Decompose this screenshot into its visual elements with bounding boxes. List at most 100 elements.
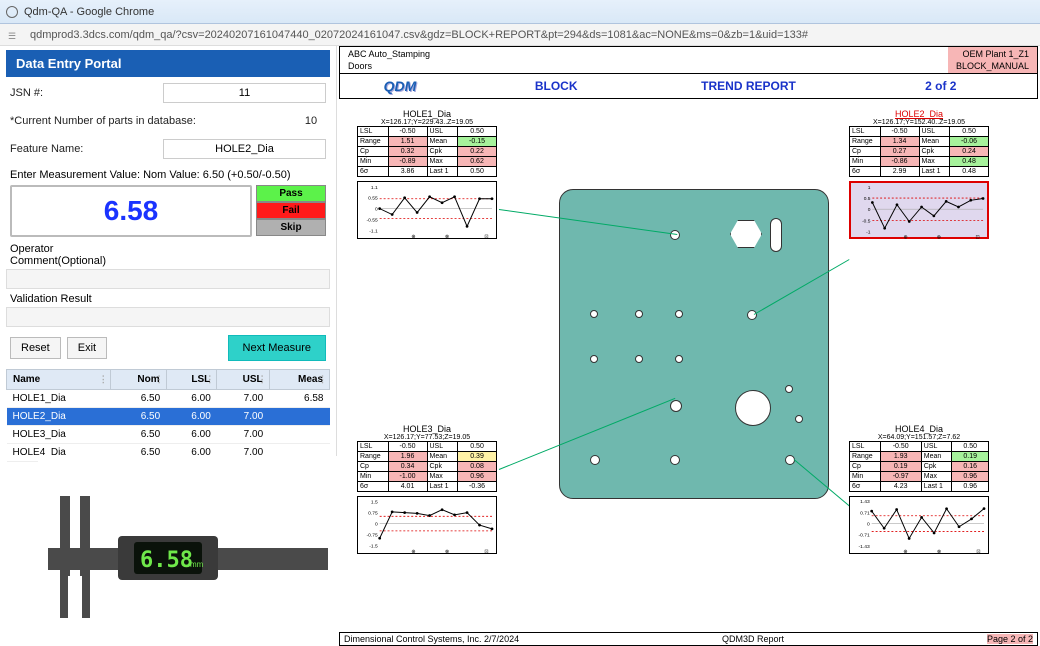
svg-text:⊡: ⊡ bbox=[484, 549, 488, 554]
svg-text:1: 1 bbox=[868, 185, 871, 191]
plate-hole bbox=[635, 355, 643, 363]
url-text: qdmprod3.3dcs.com/qdm_qa/?csv=2024020716… bbox=[30, 29, 808, 41]
slot-hole bbox=[770, 218, 782, 252]
plate-hole bbox=[590, 455, 600, 465]
pass-button[interactable]: Pass bbox=[256, 185, 326, 202]
operator-label-2: Comment(Optional) bbox=[6, 255, 330, 267]
svg-text:⊡: ⊡ bbox=[484, 234, 488, 239]
validation-label: Validation Result bbox=[6, 289, 330, 305]
footer-center: QDM3D Report bbox=[519, 634, 987, 644]
features-table[interactable]: NameNomLSLUSLMeas HOLE1_Dia6.506.007.006… bbox=[6, 369, 330, 462]
svg-text:0.71: 0.71 bbox=[860, 510, 870, 516]
svg-text:0.5: 0.5 bbox=[864, 196, 871, 202]
globe-icon bbox=[6, 6, 18, 18]
mini-chart: 1.5 0.75 0 -0.75 -1.5 ⊕ ⊗ ⊡ bbox=[357, 496, 497, 554]
svg-text:⊗: ⊗ bbox=[937, 234, 941, 239]
validation-result-box bbox=[6, 307, 330, 327]
plate-hole bbox=[670, 455, 680, 465]
caliper-unit: mm bbox=[190, 560, 203, 569]
caliper-reading: 6.58 bbox=[140, 548, 193, 573]
svg-text:0.75: 0.75 bbox=[368, 511, 378, 517]
page-indicator: 2 of 2 bbox=[845, 79, 1037, 93]
mini-hole2: HOLE2_DiaX=126.17;Y=152.40..Z=19.05LSL-0… bbox=[849, 109, 989, 239]
part-plate bbox=[559, 189, 829, 499]
table-header[interactable]: USL bbox=[217, 370, 269, 390]
svg-text:⊕: ⊕ bbox=[411, 549, 415, 554]
tab-trend[interactable]: TREND REPORT bbox=[652, 79, 844, 93]
plate-hole bbox=[785, 385, 793, 393]
plate-hole bbox=[635, 310, 643, 318]
svg-text:⊗: ⊗ bbox=[445, 549, 449, 554]
svg-text:⊗: ⊗ bbox=[937, 549, 941, 554]
fail-button[interactable]: Fail bbox=[256, 202, 326, 219]
svg-text:⊕: ⊕ bbox=[904, 234, 908, 239]
svg-text:-1.43: -1.43 bbox=[859, 544, 870, 550]
table-header[interactable]: Name bbox=[7, 370, 111, 390]
svg-text:0: 0 bbox=[375, 207, 378, 213]
next-measure-button[interactable]: Next Measure bbox=[228, 335, 326, 361]
report-body: HOLE1_DiaX=126.17;Y=229.43..Z=19.05LSL-0… bbox=[339, 99, 1038, 599]
svg-text:1.5: 1.5 bbox=[371, 500, 378, 506]
mini-hole3: HOLE3_DiaX=126.17;Y=77.53;Z=19.05LSL-0.5… bbox=[357, 424, 497, 554]
hex-hole bbox=[730, 220, 762, 248]
plate-hole bbox=[795, 415, 803, 423]
feature-label: Feature Name: bbox=[10, 143, 163, 155]
table-header[interactable]: Nom bbox=[110, 370, 166, 390]
feature-input[interactable] bbox=[163, 139, 326, 159]
plate-hole bbox=[590, 310, 598, 318]
db-count-label: *Current Number of parts in database: bbox=[10, 115, 296, 127]
plate-hole bbox=[590, 355, 598, 363]
tab-title: Qdm-QA - Google Chrome bbox=[24, 6, 154, 18]
mini-hole4: HOLE4_DiaX=64.09;Y=151.57;Z=7.62LSL-0.50… bbox=[849, 424, 989, 554]
table-row[interactable]: HOLE1_Dia6.506.007.006.58 bbox=[7, 390, 330, 408]
svg-text:-0.71: -0.71 bbox=[859, 533, 870, 539]
footer-left: Dimensional Control Systems, Inc. 2/7/20… bbox=[344, 634, 519, 644]
plate-large-hole bbox=[735, 390, 771, 426]
svg-text:-0.5: -0.5 bbox=[862, 218, 871, 224]
report-head-right1: OEM Plant 1_Z1 bbox=[952, 48, 1033, 60]
jsn-label: JSN #: bbox=[10, 87, 163, 99]
footer-right: Page 2 of 2 bbox=[987, 634, 1033, 644]
table-row[interactable]: HOLE3_Dia6.506.007.00 bbox=[7, 426, 330, 444]
table-row[interactable]: HOLE2_Dia6.506.007.00 bbox=[7, 408, 330, 426]
svg-text:-0.75: -0.75 bbox=[367, 533, 378, 539]
enter-meas-label: Enter Measurement Value: Nom Value: 6.50… bbox=[6, 165, 330, 183]
operator-label-1: Operator bbox=[6, 239, 330, 255]
site-settings-icon[interactable] bbox=[8, 30, 22, 40]
reset-button[interactable]: Reset bbox=[10, 337, 61, 359]
jsn-input[interactable] bbox=[163, 83, 326, 103]
operator-comment-input[interactable] bbox=[6, 269, 330, 289]
svg-text:1.43: 1.43 bbox=[860, 499, 870, 505]
caliper-overlay: 6.58 mm bbox=[38, 456, 338, 646]
db-count-value: 10 bbox=[296, 115, 326, 127]
exit-button[interactable]: Exit bbox=[67, 337, 107, 359]
report-panel: ABC Auto_Stamping Doors OEM Plant 1_Z1 B… bbox=[336, 46, 1040, 646]
report-head-left2: Doors bbox=[344, 60, 944, 72]
svg-text:⊗: ⊗ bbox=[445, 234, 449, 239]
mini-chart: 1.43 0.71 0 -0.71 -1.43 ⊕ ⊗ ⊡ bbox=[849, 496, 989, 554]
report-head-right2: BLOCK_MANUAL bbox=[952, 60, 1033, 72]
svg-text:-1.1: -1.1 bbox=[369, 228, 378, 234]
mini-hole1: HOLE1_DiaX=126.17;Y=229.43..Z=19.05LSL-0… bbox=[357, 109, 497, 239]
svg-text:⊕: ⊕ bbox=[411, 234, 415, 239]
report-head-left1: ABC Auto_Stamping bbox=[344, 48, 944, 60]
portal-header: Data Entry Portal bbox=[6, 50, 330, 77]
svg-text:0: 0 bbox=[868, 207, 871, 213]
svg-text:0: 0 bbox=[375, 522, 378, 528]
table-header[interactable]: LSL bbox=[166, 370, 217, 390]
url-bar[interactable]: qdmprod3.3dcs.com/qdm_qa/?csv=2024020716… bbox=[0, 24, 1040, 46]
skip-button[interactable]: Skip bbox=[256, 219, 326, 236]
table-header[interactable]: Meas bbox=[269, 370, 329, 390]
svg-text:-1.5: -1.5 bbox=[369, 544, 378, 550]
tab-block[interactable]: BLOCK bbox=[460, 79, 652, 93]
svg-text:⊕: ⊕ bbox=[903, 549, 907, 554]
svg-text:-1: -1 bbox=[866, 229, 871, 235]
svg-text:0.55: 0.55 bbox=[368, 196, 378, 202]
measurement-display[interactable]: 6.58 bbox=[10, 185, 252, 237]
svg-text:0: 0 bbox=[867, 522, 870, 528]
plate-hole bbox=[675, 355, 683, 363]
svg-text:1.1: 1.1 bbox=[371, 185, 378, 191]
svg-text:⊡: ⊡ bbox=[976, 549, 980, 554]
plate-hole bbox=[675, 310, 683, 318]
svg-text:-0.55: -0.55 bbox=[367, 217, 378, 223]
